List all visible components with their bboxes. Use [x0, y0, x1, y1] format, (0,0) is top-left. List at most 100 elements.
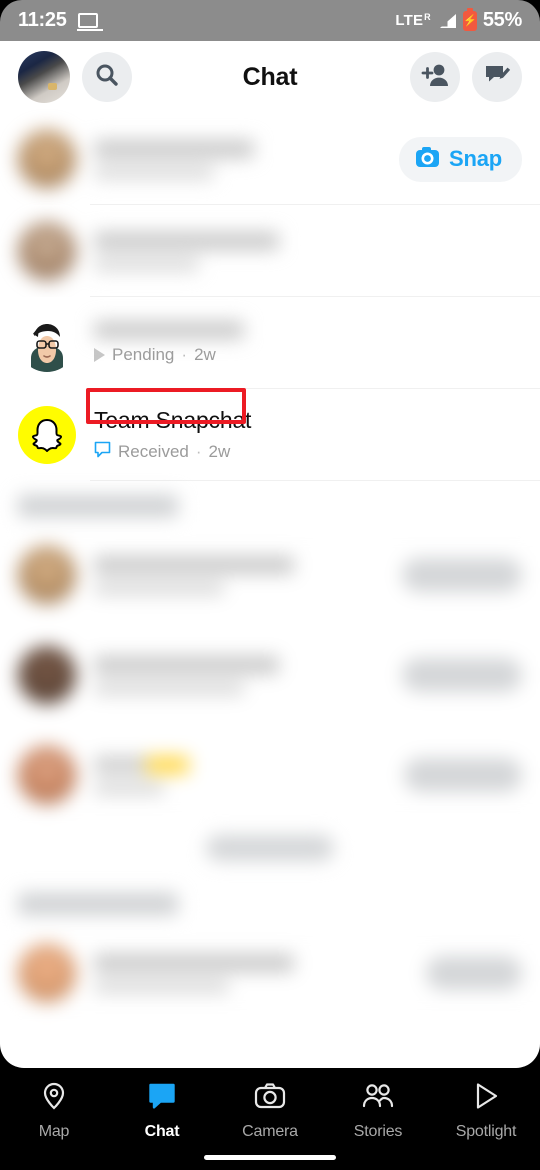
list-item-name	[94, 655, 279, 674]
status-time: 11:25	[18, 9, 67, 31]
list-item-name	[94, 231, 279, 250]
avatar	[18, 944, 76, 1002]
list-item-sub	[94, 979, 229, 993]
avatar	[18, 746, 76, 804]
avatar	[18, 130, 76, 188]
chat-list: Snap Pending · 2w Team Snapchat Received…	[0, 113, 540, 1023]
list-item-action	[402, 558, 522, 592]
map-pin-icon	[39, 1081, 69, 1116]
list-item-action: Snap	[399, 136, 522, 182]
nav-item-stories[interactable]: Stories	[324, 1081, 432, 1141]
play-icon	[471, 1081, 501, 1116]
list-item-action	[404, 758, 522, 792]
see-more-button[interactable]	[206, 835, 334, 861]
search-button[interactable]	[82, 52, 132, 102]
list-item-text	[94, 953, 426, 993]
list-item-text	[94, 655, 402, 695]
search-icon	[94, 62, 120, 93]
received-chat-icon	[94, 441, 111, 463]
list-item-text: Team Snapchat Received · 2w	[94, 407, 522, 463]
separator-dot: ·	[181, 345, 188, 364]
recent-section	[0, 893, 540, 1023]
chat-header: Chat	[0, 41, 540, 113]
list-item-sub	[94, 781, 164, 795]
nav-item-camera[interactable]: Camera	[216, 1081, 324, 1141]
action-button[interactable]	[402, 658, 522, 692]
list-item-time: 2w	[194, 345, 216, 364]
camera-icon	[415, 146, 440, 173]
header-actions	[410, 52, 522, 102]
content-sheet: Chat Snap Pending · 2w Team Snapchat Rec…	[0, 41, 540, 1068]
profile-avatar[interactable]	[18, 51, 70, 103]
list-item-status-line: Pending · 2w	[94, 345, 522, 365]
network-type-label: LTE R	[395, 12, 431, 29]
camera-icon	[254, 1081, 286, 1116]
action-button[interactable]	[426, 956, 522, 990]
new-chat-icon	[483, 62, 511, 93]
list-item-action	[426, 956, 522, 990]
nav-label-map: Map	[38, 1123, 70, 1140]
list-item-name: Team Snapchat	[94, 407, 252, 434]
list-item-name	[94, 139, 254, 158]
chat-bubble-icon	[147, 1081, 177, 1116]
new-chat-button[interactable]	[472, 52, 522, 102]
action-button[interactable]	[404, 758, 522, 792]
nav-label-chat: Chat	[144, 1123, 180, 1140]
nav-item-map[interactable]: Map	[0, 1081, 108, 1141]
snapchat-ghost-logo	[18, 406, 76, 464]
list-item[interactable]	[0, 525, 540, 625]
signal-bars-icon	[437, 13, 457, 29]
avatar	[18, 222, 76, 280]
section-header	[18, 495, 178, 517]
list-item-status-line: Received · 2w	[94, 441, 522, 463]
snap-button[interactable]: Snap	[399, 136, 522, 182]
list-item-text	[94, 139, 399, 179]
list-item-status	[94, 257, 199, 271]
bitmoji-avatar	[18, 314, 76, 372]
list-item-text	[94, 555, 402, 595]
list-item-sub	[94, 581, 224, 595]
people-icon	[361, 1081, 395, 1116]
quick-add-section	[0, 495, 540, 879]
laptop-screen-icon	[76, 13, 103, 31]
battery-charging-icon	[462, 7, 477, 31]
list-item-name	[94, 321, 244, 339]
nav-item-spotlight[interactable]: Spotlight	[432, 1081, 540, 1141]
list-item-time: 2w	[208, 441, 231, 461]
sent-arrow-icon	[94, 348, 105, 362]
list-item-sub	[94, 681, 244, 695]
snapchat-app-screen: 11:25 LTER 55%	[0, 0, 540, 1170]
list-item-name	[94, 755, 189, 774]
list-item[interactable]	[0, 205, 540, 297]
list-item-pending[interactable]: Pending · 2w	[0, 297, 540, 389]
status-bar: 11:25 LTER 55%	[0, 0, 540, 41]
list-item-name	[94, 555, 294, 574]
bottom-navigation-bar: Map Chat Camera Stories Spotlight	[0, 1068, 540, 1170]
list-item[interactable]	[0, 725, 540, 825]
nav-label-stories: Stories	[353, 1123, 403, 1140]
add-friend-button[interactable]	[410, 52, 460, 102]
list-item[interactable]	[0, 625, 540, 725]
list-item-status: Received	[118, 441, 189, 461]
list-item[interactable]	[0, 923, 540, 1023]
avatar	[18, 646, 76, 704]
list-item[interactable]: Snap	[0, 113, 540, 205]
list-item-action	[402, 658, 522, 692]
see-more-row	[0, 825, 540, 879]
snap-label: Snap	[449, 146, 502, 171]
list-item-text	[94, 231, 522, 271]
battery-percent: 55%	[482, 9, 522, 31]
avatar	[18, 546, 76, 604]
list-item-name	[94, 953, 294, 972]
nav-label-spotlight: Spotlight	[455, 1123, 517, 1140]
list-item-text	[94, 755, 404, 795]
list-item-team-snapchat[interactable]: Team Snapchat Received · 2w	[0, 389, 540, 481]
status-bar-right: LTER 55%	[395, 7, 522, 32]
home-indicator	[204, 1155, 336, 1160]
add-friend-icon	[421, 62, 449, 93]
list-item-text: Pending · 2w	[94, 321, 522, 365]
list-item-status	[94, 165, 214, 179]
list-item-status: Pending	[112, 345, 175, 364]
action-button[interactable]	[402, 558, 522, 592]
nav-item-chat[interactable]: Chat	[108, 1081, 216, 1141]
